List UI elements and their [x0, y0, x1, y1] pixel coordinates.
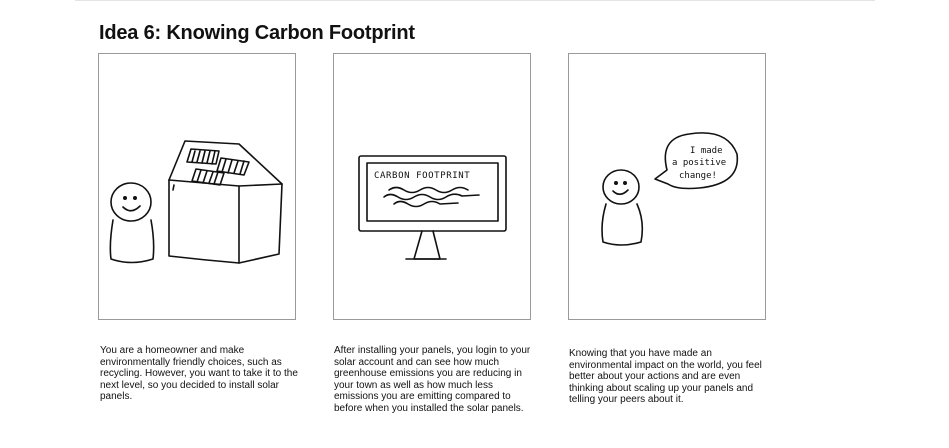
person-figure: [601, 169, 644, 246]
storyboard-panel-1: [98, 53, 296, 320]
homeowner-house-sketch: [109, 140, 283, 264]
top-divider: [75, 0, 875, 1]
storyboard-panel-2: CARBON FOOTPRINT: [333, 53, 531, 320]
speech-line-1: I made: [690, 146, 723, 156]
panel-3-caption: Knowing that you have made an environmen…: [569, 348, 762, 405]
chart-scribbles: [383, 186, 480, 208]
solar-panels: [186, 148, 250, 186]
speech-line-2: a positive: [672, 158, 726, 168]
page-title: Idea 6: Knowing Carbon Footprint: [99, 22, 415, 44]
panel-1-caption: You are a homeowner and make environment…: [100, 345, 298, 402]
person-figure: [109, 182, 155, 264]
panel-2-caption: After installing your panels, you login …: [334, 345, 531, 414]
monitor-screen-title: CARBON FOOTPRINT: [374, 171, 470, 181]
house-figure: [168, 140, 283, 264]
speech-line-3: change!: [679, 171, 717, 181]
carbon-footprint-monitor-sketch: CARBON FOOTPRINT: [358, 155, 507, 260]
storyboard-panel-3: I made a positive change!: [568, 53, 766, 320]
positive-change-sketch: I made a positive change!: [601, 132, 739, 246]
